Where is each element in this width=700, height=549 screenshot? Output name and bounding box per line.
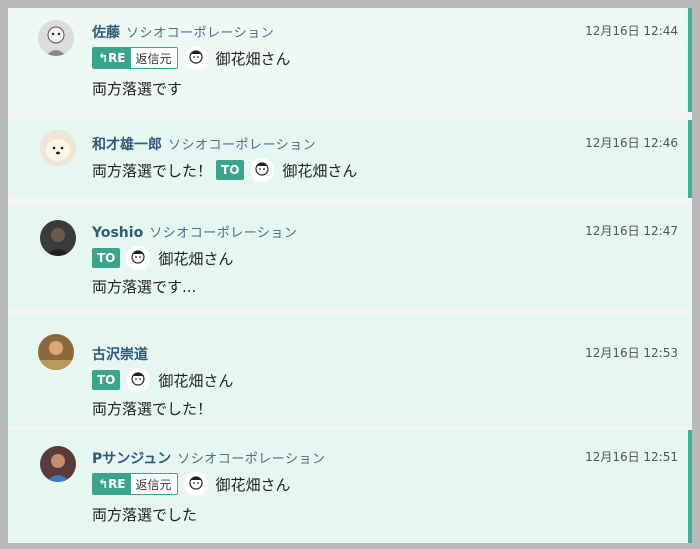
message-body: 両方落選でした！ bbox=[92, 400, 213, 418]
mention-name[interactable]: 御花畑さん bbox=[158, 248, 233, 269]
avatar[interactable] bbox=[38, 20, 74, 56]
mention-line: ↰ RE 返信元 御花畑さん bbox=[92, 472, 291, 496]
sender-org: ソシオコーポレーション bbox=[168, 138, 317, 153]
accent-bar bbox=[688, 120, 692, 198]
mention-avatar-icon bbox=[126, 246, 151, 270]
mention-line: TO 御花畑さん bbox=[92, 368, 233, 392]
mention-avatar-icon bbox=[126, 368, 151, 392]
reply-source-label: 返信元 bbox=[130, 48, 177, 68]
avatar[interactable] bbox=[40, 446, 76, 482]
message-body: 両方落選です... bbox=[92, 278, 197, 296]
sender-org: ソシオコーポレーション bbox=[149, 226, 298, 241]
mention-name[interactable]: 御花畑さん bbox=[282, 160, 357, 181]
mention-avatar-icon bbox=[250, 158, 275, 182]
reply-icon: ↰ RE bbox=[93, 474, 131, 494]
accent-bar bbox=[688, 430, 692, 543]
message-5[interactable]: Pサンジュン ソシオコーポレーション 12月16日 12:51 ↰ RE 返信元 御花… bbox=[8, 430, 692, 543]
reply-tag[interactable]: ↰ RE 返信元 bbox=[92, 47, 178, 69]
message-3[interactable]: Yoshio ソシオコーポレーション 12月16日 12:47 TO 御花畑さん … bbox=[8, 206, 692, 310]
message-2[interactable]: 和才雄一郎 ソシオコーポレーション 12月16日 12:46 両方落選でした！ T… bbox=[8, 120, 692, 198]
mention-line: ↰ RE 返信元 御花畑さん bbox=[92, 46, 291, 70]
message-body: 両方落選でした bbox=[92, 506, 198, 524]
accent-bar bbox=[688, 8, 692, 112]
mention-line: TO 御花畑さん bbox=[92, 246, 233, 270]
timestamp: 12月16日 12:51 bbox=[585, 450, 678, 464]
sender-name[interactable]: Pサンジュン ソシオコーポレーション bbox=[92, 448, 326, 468]
timestamp: 12月16日 12:46 bbox=[585, 136, 678, 150]
sender-name[interactable]: 和才雄一郎 ソシオコーポレーション bbox=[92, 134, 316, 154]
message-body: 両方落選でした！ bbox=[92, 161, 213, 180]
sender-name[interactable]: Yoshio ソシオコーポレーション bbox=[92, 222, 297, 241]
reply-icon: ↰ RE bbox=[93, 48, 131, 68]
timestamp: 12月16日 12:47 bbox=[585, 224, 678, 238]
message-line: 両方落選でした！ TO 御花畑さん bbox=[92, 158, 357, 182]
timestamp: 12月16日 12:53 bbox=[585, 346, 678, 360]
mention-avatar-icon bbox=[183, 46, 208, 70]
reply-tag[interactable]: ↰ RE 返信元 bbox=[92, 473, 178, 495]
mention-avatar-icon bbox=[183, 472, 208, 496]
avatar[interactable] bbox=[40, 130, 76, 166]
mention-name[interactable]: 御花畑さん bbox=[158, 370, 233, 391]
avatar[interactable] bbox=[40, 220, 76, 256]
to-tag[interactable]: TO bbox=[216, 160, 245, 180]
sender-name[interactable]: 佐藤 ソシオコーポレーション bbox=[92, 22, 274, 42]
avatar[interactable] bbox=[38, 334, 74, 370]
to-tag[interactable]: TO bbox=[92, 370, 121, 390]
reply-source-label: 返信元 bbox=[130, 474, 177, 494]
sender-org: ソシオコーポレーション bbox=[177, 452, 326, 467]
message-4[interactable]: 古沢崇道 12月16日 12:53 TO 御花畑さん 両方落選でした！ bbox=[8, 314, 692, 426]
sender-org: ソシオコーポレーション bbox=[126, 26, 275, 41]
message-1[interactable]: 佐藤 ソシオコーポレーション 12月16日 12:44 ↰ RE 返信元 御花畑さん … bbox=[8, 8, 692, 112]
timestamp: 12月16日 12:44 bbox=[585, 24, 678, 38]
chat-frame: 佐藤 ソシオコーポレーション 12月16日 12:44 ↰ RE 返信元 御花畑さん … bbox=[8, 8, 692, 543]
to-tag[interactable]: TO bbox=[92, 248, 121, 268]
message-body: 両方落選です bbox=[92, 80, 183, 98]
mention-name[interactable]: 御花畑さん bbox=[216, 474, 291, 495]
sender-name[interactable]: 古沢崇道 bbox=[92, 344, 148, 364]
mention-name[interactable]: 御花畑さん bbox=[216, 48, 291, 69]
